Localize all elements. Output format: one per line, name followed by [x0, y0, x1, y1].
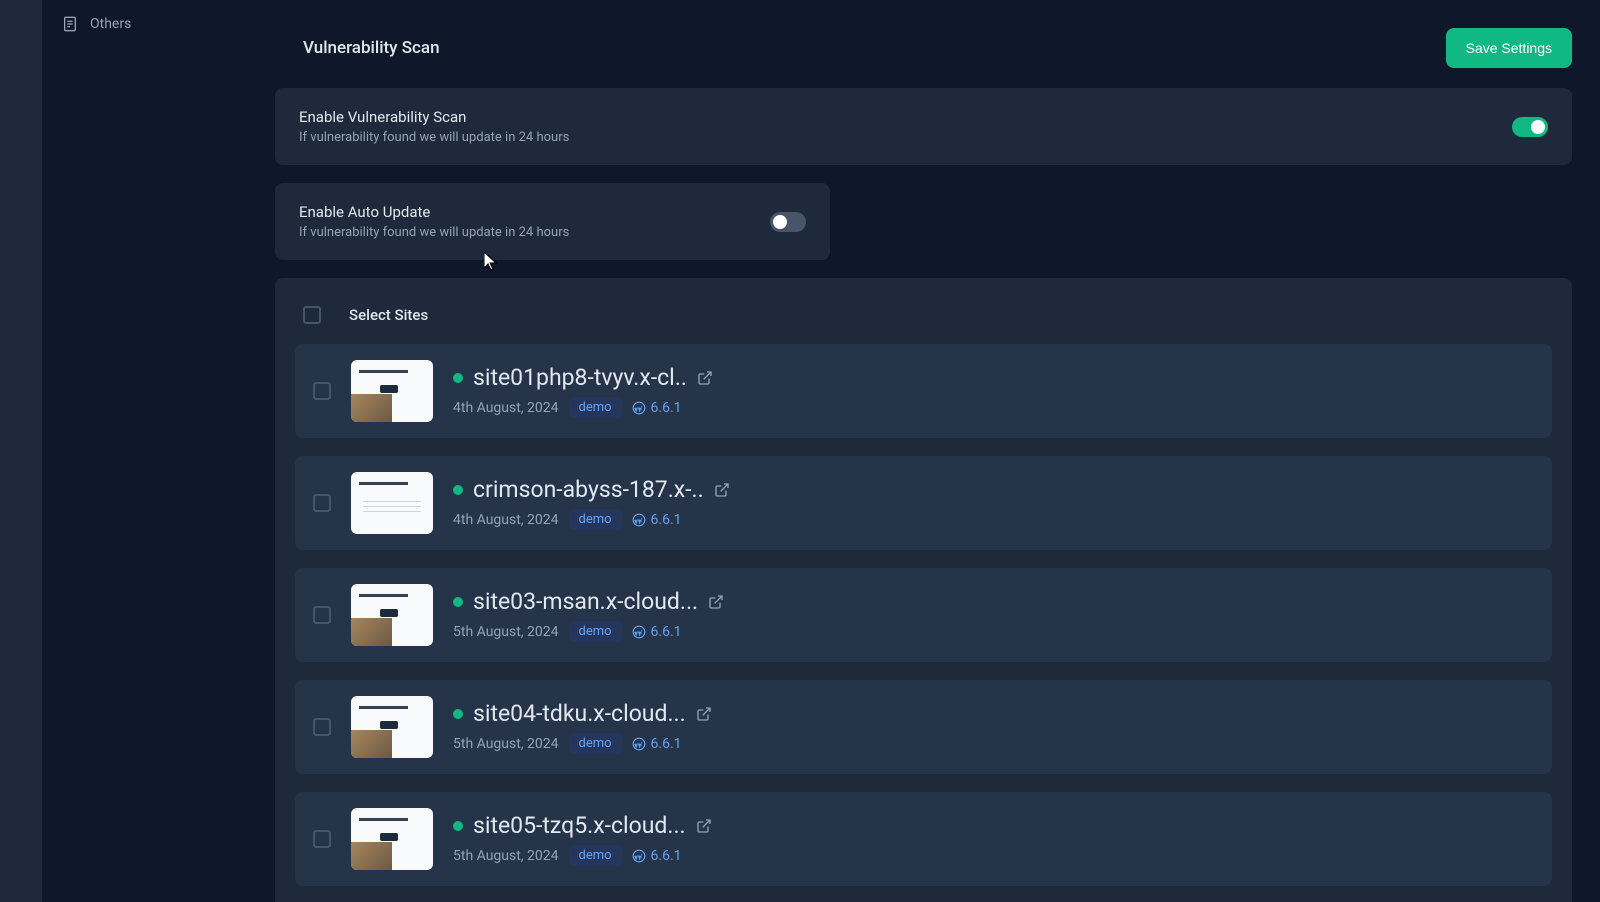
sidebar-item-others[interactable]: Others — [42, 8, 247, 40]
site-checkbox[interactable] — [313, 830, 331, 848]
sites-panel: Select Sites site01php8-tvyv.x-cl.. 4th A… — [275, 278, 1572, 902]
external-link-icon[interactable] — [697, 370, 713, 386]
page-title: Vulnerability Scan — [275, 38, 440, 58]
external-link-icon[interactable] — [696, 706, 712, 722]
wp-version: 6.6.1 — [632, 736, 682, 752]
sidebar: Others — [42, 0, 247, 902]
setting-desc: If vulnerability found we will update in… — [299, 225, 569, 240]
main-content: Vulnerability Scan Save Settings Enable … — [247, 0, 1600, 902]
page-header: Vulnerability Scan Save Settings — [275, 16, 1572, 88]
site-row[interactable]: site01php8-tvyv.x-cl.. 4th August, 2024 de… — [295, 344, 1552, 438]
status-dot — [453, 821, 463, 831]
site-row[interactable]: crimson-abyss-187.x-.. 4th August, 2024 de… — [295, 456, 1552, 550]
status-dot — [453, 373, 463, 383]
site-date: 4th August, 2024 — [453, 512, 559, 528]
save-settings-button[interactable]: Save Settings — [1446, 28, 1572, 68]
site-badge: demo — [569, 509, 622, 530]
wp-version: 6.6.1 — [632, 512, 682, 528]
sites-header: Select Sites — [295, 298, 1552, 344]
site-name: site03-msan.x-cloud... — [473, 588, 698, 615]
site-badge: demo — [569, 733, 622, 754]
wp-version: 6.6.1 — [632, 848, 682, 864]
site-thumbnail — [351, 696, 433, 758]
site-info: site01php8-tvyv.x-cl.. 4th August, 2024 de… — [453, 364, 1534, 418]
wordpress-icon — [632, 849, 646, 863]
setting-title: Enable Vulnerability Scan — [299, 108, 569, 126]
site-badge: demo — [569, 845, 622, 866]
toggle-auto-update[interactable] — [770, 212, 806, 232]
site-info: crimson-abyss-187.x-.. 4th August, 2024 de… — [453, 476, 1534, 530]
site-name: site01php8-tvyv.x-cl.. — [473, 364, 687, 391]
site-date: 5th August, 2024 — [453, 848, 559, 864]
setting-desc: If vulnerability found we will update in… — [299, 130, 569, 145]
site-badge: demo — [569, 621, 622, 642]
site-info: site05-tzq5.x-cloud... 5th August, 2024 de… — [453, 812, 1534, 866]
external-link-icon[interactable] — [714, 482, 730, 498]
external-link-icon[interactable] — [696, 818, 712, 834]
wp-version: 6.6.1 — [632, 400, 682, 416]
site-checkbox[interactable] — [313, 718, 331, 736]
status-dot — [453, 597, 463, 607]
site-row[interactable]: site05-tzq5.x-cloud... 5th August, 2024 de… — [295, 792, 1552, 886]
status-dot — [453, 485, 463, 495]
site-date: 5th August, 2024 — [453, 736, 559, 752]
toggle-vulnerability-scan[interactable] — [1512, 117, 1548, 137]
site-name: crimson-abyss-187.x-.. — [473, 476, 704, 503]
select-sites-label: Select Sites — [349, 306, 428, 324]
wordpress-icon — [632, 401, 646, 415]
document-icon — [62, 16, 78, 32]
site-checkbox[interactable] — [313, 606, 331, 624]
site-row[interactable]: site04-tdku.x-cloud... 5th August, 2024 de… — [295, 680, 1552, 774]
site-name: site04-tdku.x-cloud... — [473, 700, 686, 727]
select-all-checkbox[interactable] — [303, 306, 321, 324]
site-badge: demo — [569, 397, 622, 418]
site-checkbox[interactable] — [313, 382, 331, 400]
site-info: site04-tdku.x-cloud... 5th August, 2024 de… — [453, 700, 1534, 754]
wordpress-icon — [632, 737, 646, 751]
site-thumbnail — [351, 584, 433, 646]
sidebar-item-label: Others — [90, 16, 131, 32]
site-checkbox[interactable] — [313, 494, 331, 512]
site-date: 5th August, 2024 — [453, 624, 559, 640]
setting-auto-update: Enable Auto Update If vulnerability foun… — [275, 183, 830, 260]
site-thumbnail — [351, 808, 433, 870]
site-date: 4th August, 2024 — [453, 400, 559, 416]
site-name: site05-tzq5.x-cloud... — [473, 812, 686, 839]
site-row[interactable]: site03-msan.x-cloud... 5th August, 2024 de… — [295, 568, 1552, 662]
external-link-icon[interactable] — [708, 594, 724, 610]
app-rail — [0, 0, 42, 902]
wp-version: 6.6.1 — [632, 624, 682, 640]
setting-title: Enable Auto Update — [299, 203, 569, 221]
wordpress-icon — [632, 625, 646, 639]
site-thumbnail — [351, 472, 433, 534]
site-info: site03-msan.x-cloud... 5th August, 2024 de… — [453, 588, 1534, 642]
status-dot — [453, 709, 463, 719]
setting-vulnerability-scan: Enable Vulnerability Scan If vulnerabili… — [275, 88, 1572, 165]
site-thumbnail — [351, 360, 433, 422]
wordpress-icon — [632, 513, 646, 527]
